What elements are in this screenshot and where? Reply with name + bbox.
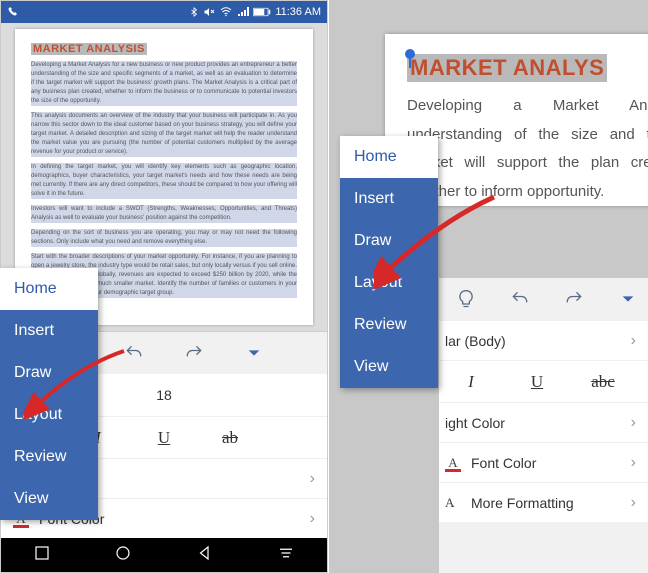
menu-item-home[interactable]: Home xyxy=(340,136,438,178)
status-time: 11:36 AM xyxy=(275,6,321,18)
doc-title: MARKET ANALYSIS xyxy=(31,43,147,55)
doc-para: In defining the target market, you will … xyxy=(31,163,297,199)
wifi-icon xyxy=(219,6,233,18)
menu-stack-icon[interactable] xyxy=(277,544,295,567)
doc-para: Investors will want to include a SWOT (S… xyxy=(31,205,297,223)
battery-icon xyxy=(253,7,271,17)
bluetooth-icon xyxy=(189,6,199,18)
underline-button[interactable]: U xyxy=(142,428,186,448)
chevron-right-icon: › xyxy=(631,414,636,432)
strike-button[interactable]: ab xyxy=(208,428,252,448)
undo-icon[interactable] xyxy=(507,286,533,312)
android-nav-bar xyxy=(1,538,327,572)
phone-call-icon xyxy=(7,6,19,18)
status-bar: 11:36 AM xyxy=(1,1,327,23)
doc-para: Developing a Market Analysis for a new b… xyxy=(31,61,297,106)
redo-icon[interactable] xyxy=(561,286,587,312)
mute-icon xyxy=(203,6,215,18)
back-icon[interactable] xyxy=(196,544,214,567)
format-row: I U abc xyxy=(439,360,648,402)
doc-title: MARKET ANALYS xyxy=(407,54,607,82)
expand-panel-icon[interactable] xyxy=(615,286,641,312)
format-panel: lar (Body) › I U abc ight Color › A Font… xyxy=(439,278,648,573)
doc-para: Depending on the sort of business you ar… xyxy=(31,229,297,247)
chevron-right-icon: › xyxy=(631,332,636,350)
highlight-color-row[interactable]: ight Color › xyxy=(439,402,648,442)
font-family-row[interactable]: lar (Body) › xyxy=(439,320,648,360)
chevron-right-icon: › xyxy=(310,510,315,528)
strike-button[interactable]: abc xyxy=(581,372,625,392)
menu-item-view[interactable]: View xyxy=(0,478,98,520)
signal-icon xyxy=(237,6,249,18)
menu-item-view[interactable]: View xyxy=(340,346,438,388)
font-color-row[interactable]: A Font Color › xyxy=(439,442,648,482)
home-icon[interactable] xyxy=(114,544,132,567)
chevron-right-icon: › xyxy=(631,494,636,512)
italic-button[interactable]: I xyxy=(449,372,493,392)
annotation-arrow xyxy=(374,192,504,292)
redo-icon[interactable] xyxy=(181,340,207,366)
chevron-right-icon: › xyxy=(631,454,636,472)
more-formatting-row[interactable]: A. More Formatting › xyxy=(439,482,648,522)
recent-apps-icon[interactable] xyxy=(33,544,51,567)
chevron-right-icon: › xyxy=(310,470,315,488)
doc-para: Developing a Market Analysis understandi… xyxy=(407,92,648,206)
text-cursor-handle[interactable] xyxy=(403,48,417,73)
doc-para: This analysis documents an overview of t… xyxy=(31,112,297,157)
menu-item-review[interactable]: Review xyxy=(340,304,438,346)
menu-item-review[interactable]: Review xyxy=(0,436,98,478)
expand-panel-icon[interactable] xyxy=(241,340,267,366)
menu-item-home[interactable]: Home xyxy=(0,268,98,310)
underline-button[interactable]: U xyxy=(515,372,559,392)
more-formatting-icon: A. xyxy=(445,495,471,511)
font-color-icon: A xyxy=(445,455,471,471)
annotation-arrow xyxy=(24,346,134,426)
